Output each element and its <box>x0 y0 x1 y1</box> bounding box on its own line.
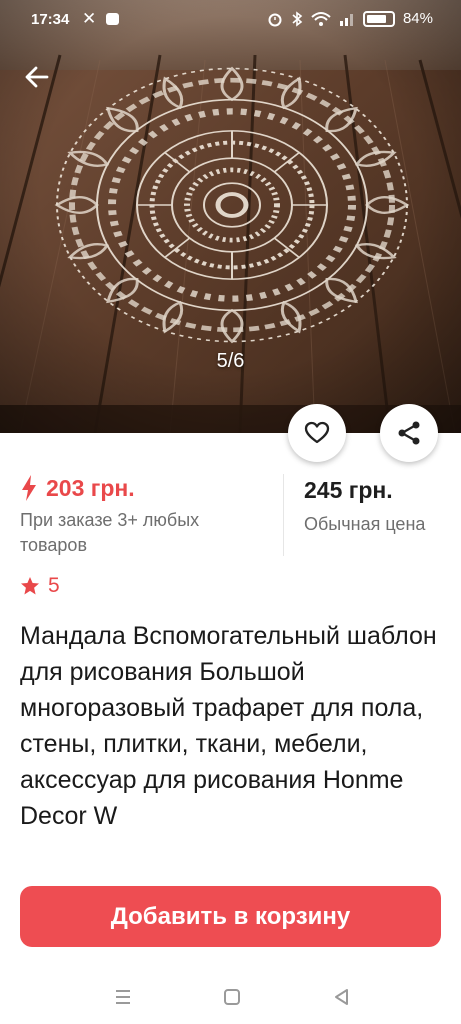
add-to-cart-button[interactable]: Добавить в корзину <box>20 886 441 947</box>
rating[interactable]: 5 <box>20 574 60 598</box>
bluetooth-icon <box>292 10 303 27</box>
status-icons: 84% <box>267 10 433 27</box>
home-icon <box>224 989 240 1005</box>
rating-value: 5 <box>48 574 60 597</box>
star-icon <box>21 577 39 595</box>
promo-price: 203 грн. <box>46 474 135 501</box>
lightning-icon <box>22 475 36 501</box>
back-arrow-icon <box>25 66 49 88</box>
notification-x-icon: ✕ <box>82 9 97 28</box>
battery-icon <box>362 10 395 27</box>
promo-note: При заказе 3+ любых товаров <box>20 510 200 555</box>
menu-nav-button[interactable] <box>111 985 135 1009</box>
wifi-icon <box>311 11 331 26</box>
image-counter: 5/6 <box>216 350 245 372</box>
menu-icon <box>116 990 130 1004</box>
home-nav-button[interactable] <box>220 985 244 1009</box>
regular-price: 245 грн. <box>304 477 393 503</box>
back-triangle-icon <box>335 989 348 1005</box>
battery-level: 84% <box>402 10 433 27</box>
heart-icon <box>304 421 330 444</box>
product-title: Мандала Вспомогательный шаблон для рисов… <box>20 622 437 830</box>
share-icon <box>398 421 420 445</box>
notification-app-icon <box>106 13 119 25</box>
promo-price-block: 203 грн. При заказе 3+ любых товаров <box>20 474 265 558</box>
regular-note: Обычная цена <box>304 514 426 534</box>
product-page: 17:34 ✕ 84% 5/6 203 грн. При заказе 3+ л… <box>0 0 461 1024</box>
promo-price-row: 203 грн. <box>20 474 265 502</box>
status-bar: 17:34 ✕ 84% <box>0 0 461 40</box>
alarm-icon <box>268 13 282 26</box>
status-time: 17:34 <box>31 11 70 28</box>
back-button[interactable] <box>22 62 52 92</box>
regular-price-block: 245 грн. Обычная цена <box>304 474 454 537</box>
signal-icon <box>339 13 353 26</box>
back-nav-button[interactable] <box>330 985 354 1009</box>
share-button[interactable] <box>380 404 438 462</box>
favorite-button[interactable] <box>288 404 346 462</box>
system-nav-bar <box>0 975 461 1020</box>
price-divider <box>283 474 284 556</box>
